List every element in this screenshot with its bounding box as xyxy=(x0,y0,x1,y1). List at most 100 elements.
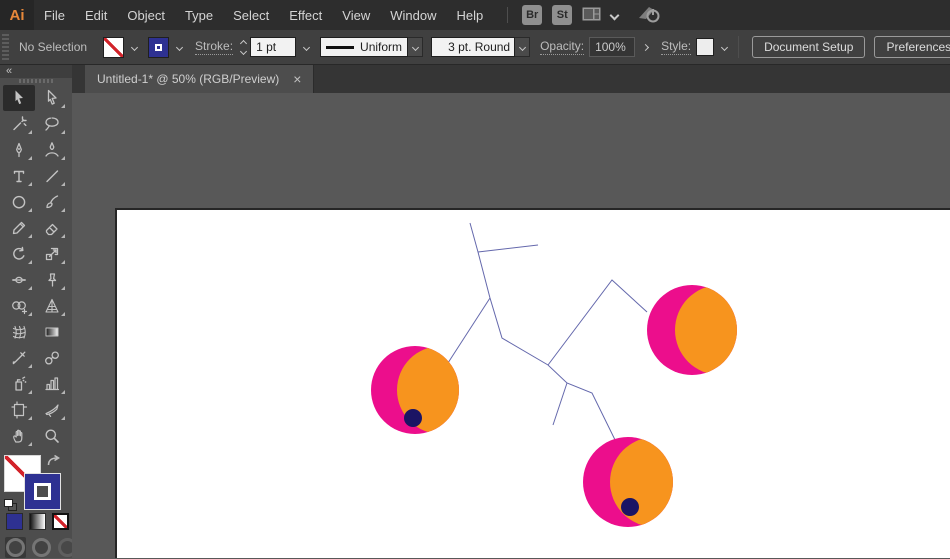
swap-fill-stroke-icon[interactable] xyxy=(46,454,61,471)
gradient-button[interactable] xyxy=(29,513,46,530)
width-profile-dropdown[interactable] xyxy=(408,37,424,57)
artwork-ball[interactable] xyxy=(371,346,485,434)
mesh-tool-icon[interactable] xyxy=(3,319,35,345)
type-tool-icon[interactable] xyxy=(3,163,35,189)
stepper-down-icon[interactable] xyxy=(240,47,248,55)
gradient-tool-icon[interactable] xyxy=(36,319,68,345)
graphic-style-swatch[interactable] xyxy=(696,38,715,56)
eraser-tool-icon[interactable] xyxy=(36,215,68,241)
artwork-ball-dot[interactable] xyxy=(404,409,422,427)
brush-definition-field[interactable]: 3 pt. Round xyxy=(431,37,516,57)
stroke-panel-link[interactable]: Stroke: xyxy=(195,39,234,55)
puppet-warp-tool-icon[interactable] xyxy=(36,267,68,293)
artwork-branch-path[interactable] xyxy=(477,244,539,253)
stroke-proxy-hole xyxy=(155,43,163,51)
width-profile-field[interactable]: Uniform xyxy=(320,37,409,57)
fill-color-swatch[interactable] xyxy=(103,36,125,58)
artwork-branch-path[interactable] xyxy=(445,297,491,367)
rotate-tool-icon[interactable] xyxy=(3,241,35,267)
eyedropper-tool-icon[interactable] xyxy=(3,345,35,371)
draw-normal-button[interactable] xyxy=(5,537,26,558)
stepper-up-icon[interactable] xyxy=(240,39,248,47)
direct-selection-tool-icon[interactable] xyxy=(36,85,68,111)
menu-object[interactable]: Object xyxy=(117,0,175,30)
default-fill-stroke-icon[interactable] xyxy=(4,498,18,512)
stroke-weight-dropdown[interactable] xyxy=(300,37,312,57)
color-button[interactable] xyxy=(6,513,23,530)
opacity-field[interactable]: 100% xyxy=(589,37,636,57)
document-tab[interactable]: Untitled-1* @ 50% (RGB/Preview) × xyxy=(85,65,315,93)
tools-grid xyxy=(0,84,72,449)
menu-window[interactable]: Window xyxy=(380,0,446,30)
menu-edit[interactable]: Edit xyxy=(75,0,117,30)
menu-help[interactable]: Help xyxy=(446,0,493,30)
lasso-tool-icon[interactable] xyxy=(36,111,68,137)
stock-icon[interactable]: St xyxy=(552,5,573,25)
perspective-grid-tool-icon[interactable] xyxy=(36,293,68,319)
brush-definition-value: 3 pt. Round xyxy=(448,40,511,54)
document-tab-bar: Untitled-1* @ 50% (RGB/Preview) × xyxy=(72,65,950,93)
width-profile-value: Uniform xyxy=(360,40,403,54)
artwork-ball[interactable] xyxy=(583,437,700,527)
stroke-proxy-swatch[interactable] xyxy=(24,472,61,510)
menu-effect[interactable]: Effect xyxy=(279,0,332,30)
menu-file[interactable]: File xyxy=(34,0,75,30)
opacity-panel-link[interactable]: Opacity: xyxy=(540,39,585,55)
slice-tool-icon[interactable] xyxy=(36,397,68,423)
artboard[interactable] xyxy=(117,210,950,558)
gpu-performance-power-icon[interactable] xyxy=(636,4,662,27)
artboard-tool-icon[interactable] xyxy=(3,397,35,423)
stroke-weight-field[interactable]: 1 pt xyxy=(250,37,297,57)
brush-definition-dropdown[interactable] xyxy=(515,37,531,57)
document-setup-button[interactable]: Document Setup xyxy=(752,36,866,58)
artwork-branch-path[interactable] xyxy=(547,279,648,366)
shape-builder-tool-icon[interactable] xyxy=(3,293,35,319)
line-segment-tool-icon[interactable] xyxy=(36,163,68,189)
menu-select[interactable]: Select xyxy=(223,0,279,30)
column-graph-tool-icon[interactable] xyxy=(36,371,68,397)
preferences-button[interactable]: Preferences xyxy=(874,36,950,58)
zoom-tool-icon[interactable] xyxy=(36,423,68,449)
stroke-color-swatch[interactable] xyxy=(148,36,170,58)
none-button[interactable] xyxy=(52,513,69,530)
menubar-right-icons: Br St xyxy=(503,4,662,27)
close-tab-icon[interactable]: × xyxy=(293,72,301,86)
draw-behind-button[interactable] xyxy=(31,537,52,558)
fill-color-dropdown[interactable] xyxy=(128,37,140,57)
pen-tool-icon[interactable] xyxy=(3,137,35,163)
symbol-sprayer-tool-icon[interactable] xyxy=(3,371,35,397)
style-panel-link[interactable]: Style: xyxy=(661,39,692,55)
bridge-icon[interactable]: Br xyxy=(522,5,543,25)
artwork-ball[interactable] xyxy=(647,285,765,375)
workspace-chevron-down-icon[interactable] xyxy=(609,10,620,20)
workspace-switcher-icon[interactable] xyxy=(582,7,601,24)
magic-wand-tool-icon[interactable] xyxy=(3,111,35,137)
width-tool-icon[interactable] xyxy=(3,267,35,293)
blend-tool-icon[interactable] xyxy=(36,345,68,371)
style-dropdown[interactable] xyxy=(718,37,730,57)
stroke-color-dropdown[interactable] xyxy=(173,37,185,57)
ellipse-tool-icon[interactable] xyxy=(3,189,35,215)
collapse-panel-icon[interactable]: « xyxy=(0,65,72,78)
selection-tool-icon[interactable] xyxy=(3,84,35,111)
curvature-tool-icon[interactable] xyxy=(36,137,68,163)
artwork-ball-dot[interactable] xyxy=(621,498,639,516)
opacity-expand-arrow[interactable] xyxy=(639,37,651,57)
hand-tool-icon[interactable] xyxy=(3,423,35,449)
control-bar: No Selection Stroke: 1 pt Uniform 3 pt. … xyxy=(0,30,950,65)
artwork-branch-path[interactable] xyxy=(469,222,621,451)
artwork-branch-path[interactable] xyxy=(552,382,568,426)
menu-type[interactable]: Type xyxy=(175,0,223,30)
stroke-weight-stepper[interactable] xyxy=(240,39,248,55)
tools-panel: « xyxy=(0,65,77,558)
divider xyxy=(738,36,740,58)
tools-grip-handle[interactable] xyxy=(0,78,72,85)
menu-view[interactable]: View xyxy=(332,0,380,30)
chevron-down-icon xyxy=(518,43,526,51)
panel-grip-handle[interactable] xyxy=(2,34,9,60)
canvas-pasteboard[interactable] xyxy=(72,93,950,558)
pencil-tool-icon[interactable] xyxy=(3,215,35,241)
paintbrush-tool-icon[interactable] xyxy=(36,189,68,215)
selection-status: No Selection xyxy=(19,40,88,54)
scale-tool-icon[interactable] xyxy=(36,241,68,267)
